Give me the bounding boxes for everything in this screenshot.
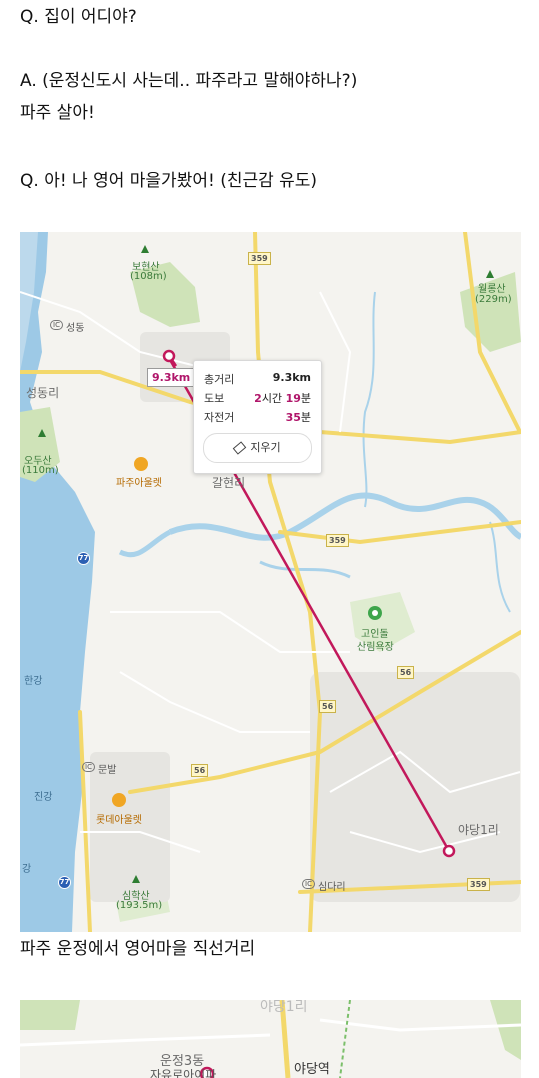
- popup-value-bike: 35분: [286, 409, 311, 425]
- place-simdari-ic: 심다리: [318, 882, 346, 893]
- erase-button-label: 지우기: [250, 441, 281, 454]
- bike-minutes: 35: [285, 411, 301, 424]
- question-1: Q. 집이 어디야?: [20, 7, 137, 27]
- map-canvas: [20, 232, 521, 932]
- eraser-icon: [233, 441, 247, 455]
- place-bohyeonsan-height: (108m): [130, 271, 167, 282]
- place-hangang: 한강: [24, 676, 43, 687]
- ic-badge-simdari: IC: [302, 879, 315, 889]
- ic-badge-munbal: IC: [82, 762, 95, 772]
- answer-1-cont: 파주 살아!: [20, 103, 95, 123]
- popup-label-total: 총거리: [204, 373, 235, 386]
- place-munbal-ic: 문발: [98, 765, 117, 776]
- popup-row-bike: 자전거 35분: [204, 409, 311, 425]
- walk-hours: 2: [254, 392, 262, 405]
- walk-hours-unit: 시간: [261, 392, 283, 405]
- map2-place-apt: 자유로아이파: [150, 1068, 217, 1078]
- distance-tag: 9.3km: [147, 368, 196, 387]
- road-359-shield: 359: [467, 878, 490, 891]
- place-seongdong-ic: 성동: [66, 323, 85, 334]
- walk-minutes-unit: 분: [300, 392, 311, 405]
- place-sanrimyokjang: 산림욕장: [357, 642, 394, 653]
- question-2: Q. 아! 나 영어 마을가봤어! (친근감 유도): [20, 171, 318, 191]
- road-56-shield: 56: [319, 700, 337, 713]
- walk-minutes: 19: [285, 392, 301, 405]
- place-paju-outlet: 파주아울렛: [116, 478, 162, 489]
- place-lotte-outlet: 롯데아울렛: [96, 815, 142, 826]
- place-seongdongri: 성동리: [26, 386, 60, 400]
- road-56-shield: 56: [191, 764, 209, 777]
- popup-value-total: 9.3km: [272, 371, 311, 384]
- map2-place-yadang-station: 야당역: [294, 1062, 330, 1077]
- place-woolongsan: 월롱산: [478, 284, 506, 295]
- place-gang: 강: [22, 864, 32, 875]
- popup-row-walk: 도보 2시간 19분: [204, 390, 311, 406]
- place-odusan-height: (110m): [22, 465, 59, 476]
- place-simhaksan-height: (193.5m): [116, 900, 163, 911]
- road-77-shield: 77: [77, 552, 90, 565]
- road-77-shield: 77: [58, 876, 71, 889]
- road-359-shield: 359: [326, 534, 349, 547]
- ic-badge-seongdong: IC: [50, 320, 63, 330]
- popup-row-total: 총거리 9.3km: [204, 371, 311, 387]
- place-jingang: 진강: [34, 792, 53, 803]
- place-woolongsan-height: (229m): [475, 294, 512, 305]
- popup-label-walk: 도보: [204, 392, 225, 405]
- place-galhyeonri: 갈현리: [212, 476, 246, 490]
- erase-button[interactable]: 지우기: [203, 433, 312, 463]
- second-map[interactable]: 야당1리 운정3동 야당역 자유로아이파: [20, 1000, 521, 1078]
- distance-map[interactable]: 보현산 (108m) 월롱산 (229m) IC 성동 성동리 오두산 (110…: [20, 232, 521, 932]
- place-yadang1ri: 야당1리: [458, 823, 499, 837]
- road-359-shield: 359: [248, 252, 271, 265]
- road-56-shield: 56: [397, 666, 415, 679]
- map2-place-yadang1ri: 야당1리: [260, 1000, 308, 1015]
- map-caption: 파주 운정에서 영어마을 직선거리: [20, 939, 256, 959]
- popup-value-walk: 2시간 19분: [254, 390, 311, 406]
- answer-1: A. (운정신도시 사는데.. 파주라고 말해야하나?): [20, 71, 358, 91]
- popup-label-bike: 자전거: [204, 411, 235, 424]
- bike-minutes-unit: 분: [300, 411, 311, 424]
- distance-popup: 총거리 9.3km 도보 2시간 19분 자전거 35분 지우기: [193, 360, 322, 474]
